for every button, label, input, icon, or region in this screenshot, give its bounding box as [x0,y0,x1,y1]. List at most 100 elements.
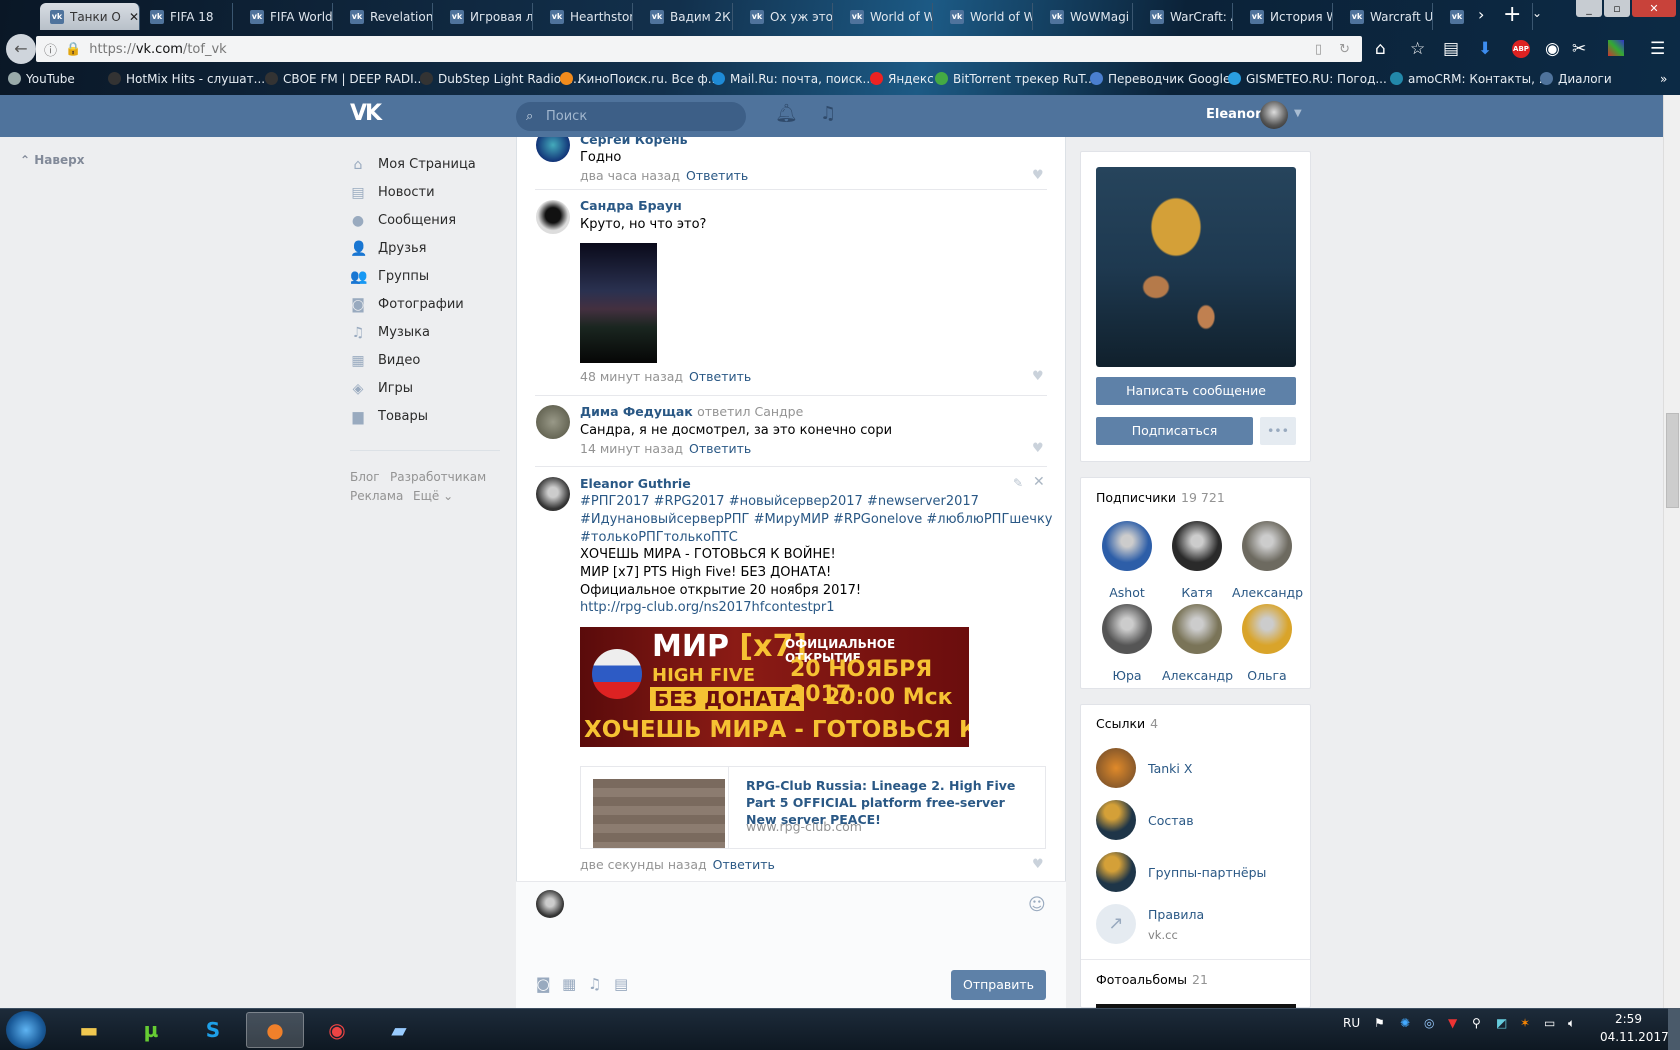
browser-tab[interactable]: vk Танки О ✕ [40,3,140,30]
tab-list-chevron-icon[interactable]: ⌄ [1532,6,1542,20]
delete-close-icon[interactable]: ✕ [1033,474,1045,490]
subscriber[interactable]: Ashot [1092,521,1162,600]
reply-link[interactable]: Ответить [689,441,751,456]
music-note-icon[interactable]: ♫ [820,103,836,124]
attach-video-icon[interactable]: ▦ [562,975,576,993]
group-avatar[interactable] [1096,167,1296,367]
sidebar-item[interactable]: ▦ Видео [350,353,420,368]
user-menu-chevron-icon[interactable]: ▼ [1294,108,1302,119]
comment-author[interactable]: Eleanor Guthrie [580,476,691,491]
clock-date[interactable]: 04.11.2017 [1600,1030,1669,1044]
minimize-button[interactable]: _ [1576,0,1602,17]
like-heart-icon[interactable]: ♥ [1032,441,1044,456]
reader-icon[interactable]: ▯ [1315,42,1322,57]
like-heart-icon[interactable]: ♥ [1032,168,1044,183]
browser-tab[interactable]: vk Ох уж этот [740,3,833,30]
bookmark-item[interactable]: Mail.Ru: почта, поиск... [712,72,874,86]
attach-photo-icon[interactable]: ◙ [536,975,551,993]
browser-tab[interactable]: vk Hearthston [540,3,633,30]
steam-icon[interactable]: ◎ [1424,1016,1434,1030]
extension-drop-icon[interactable]: ◉ [1545,38,1560,60]
scrollbar-thumb[interactable] [1666,413,1679,508]
reply-link[interactable]: Ответить [689,369,751,384]
subscriber[interactable]: Катя [1162,521,1232,600]
tray-bird-icon[interactable]: ◩ [1496,1016,1507,1030]
subscribe-button[interactable]: Подписаться [1096,417,1253,445]
sidebar-item[interactable]: ● Сообщения [350,213,456,228]
hashtags[interactable]: #ИдунановыйсерверРПГ #МируМИР #RPGonelov… [580,512,1053,527]
sidebar-item[interactable]: ♫ Музыка [350,325,430,340]
bookmarks-overflow[interactable]: » [1660,72,1667,86]
bookmark-item[interactable]: Переводчик Google [1090,72,1230,86]
footer-dev[interactable]: Разработчикам [390,470,486,484]
send-button[interactable]: Отправить [951,970,1046,1000]
screenshot-icon[interactable]: ✂ [1572,38,1586,60]
start-button[interactable] [6,1011,46,1049]
reply-input[interactable] [576,890,1016,920]
home-icon[interactable]: ⌂ [1375,38,1386,60]
info-icon[interactable]: ⓘ [44,40,57,59]
browser-tab[interactable]: vk FIFA World [240,3,333,30]
avast-icon[interactable]: ✶ [1520,1016,1530,1030]
like-heart-icon[interactable]: ♥ [1032,857,1044,872]
user-name[interactable]: Eleanor [1206,107,1262,122]
bookmark-item[interactable]: DubStep Light Radio -... [420,72,581,86]
bookmarks-list-icon[interactable]: ▤ [1443,38,1459,60]
maximize-button[interactable]: ▫ [1604,0,1630,17]
like-heart-icon[interactable]: ♥ [1032,369,1044,384]
vk-logo[interactable]: VK [350,101,382,126]
reply-link[interactable]: Ответить [713,857,775,872]
sidebar-item[interactable]: ⌂ Моя Страница [350,157,476,172]
language-indicator[interactable]: RU [1343,1016,1360,1030]
bookmark-item[interactable]: YouTube [8,72,75,86]
sidebar-item[interactable]: 👤 Друзья [350,241,427,256]
link-item[interactable]: Состав [1096,800,1194,840]
comment-avatar[interactable] [536,405,570,439]
utorrent-taskbar-icon[interactable]: µ [122,1012,180,1048]
sidebar-item[interactable]: ◈ Игры [350,381,413,396]
browser-tab[interactable]: vk История W [1240,3,1333,30]
sidebar-item[interactable]: ▤ Новости [350,185,434,200]
notifications-bell-icon[interactable]: 🔔︎ [775,103,798,124]
comment-author[interactable]: Сандра Браун [580,198,682,213]
attach-document-icon[interactable]: ▤ [614,975,628,993]
browser-tab[interactable]: vk WoWMagi [1040,3,1133,30]
browser-tab[interactable]: vk Игровая л [440,3,533,30]
browser-tab[interactable]: vk World of W [940,3,1033,30]
more-actions-button[interactable]: ••• [1260,417,1296,445]
sidebar-item[interactable]: ◙ Фотографии [350,297,464,312]
subscribers-header[interactable]: Подписчики 19 721 [1096,490,1225,505]
comment-avatar[interactable] [536,477,570,511]
tray-v-icon[interactable]: ▼ [1448,1016,1457,1030]
comment-author[interactable]: Дима Федущак [580,404,693,419]
browser-tab[interactable]: vk Вадим 2К [640,3,733,30]
browser-tab[interactable]: vk World of W [840,3,933,30]
bookmark-item[interactable]: КиноПоиск.ru. Все ф... [560,72,719,86]
explorer-taskbar-icon[interactable]: ▬ [60,1012,118,1048]
bookmark-star-icon[interactable]: ☆ [1410,38,1425,60]
back-button[interactable]: ← [6,34,36,64]
emoji-icon[interactable]: ☺ [1028,895,1046,915]
menu-icon[interactable]: ☰ [1650,38,1665,60]
url-bar[interactable]: ⓘ 🔒 https://vk.com/tof_vk ▯ ↻ [36,36,1362,62]
download-icon[interactable]: ⬇ [1478,38,1492,60]
bookmark-item[interactable]: Яндекс [870,72,934,86]
reload-icon[interactable]: ↻ [1339,42,1350,57]
subscriber[interactable]: Александр [1232,521,1303,600]
post-link[interactable]: http://rpg-club.org/ns2017hfcontestpr1 [580,600,835,615]
link-item[interactable]: ↗ Правила vk.cc [1096,904,1204,944]
sidebar-item[interactable]: 👥 Группы [350,269,429,284]
subscriber[interactable]: Александр [1162,604,1233,683]
page-scrollbar[interactable] [1663,95,1680,1008]
attach-audio-icon[interactable]: ♫ [588,975,601,993]
sidebar-item[interactable]: ▆ Товары [350,409,428,424]
adblock-icon[interactable]: ABP [1512,40,1530,58]
notes-taskbar-icon[interactable]: ▰ [370,1012,428,1048]
subscriber[interactable]: Ольга [1232,604,1302,683]
action-center-flag-icon[interactable]: ⚑ [1374,1016,1385,1030]
footer-more[interactable]: Ещё ⌄ [413,489,453,503]
bookmark-item[interactable]: Диалоги [1540,72,1612,86]
tab-close-icon[interactable]: ✕ [129,10,139,24]
satellite-icon[interactable]: ⚲ [1472,1016,1481,1030]
albums-header[interactable]: Фотоальбомы 21 [1096,972,1208,987]
